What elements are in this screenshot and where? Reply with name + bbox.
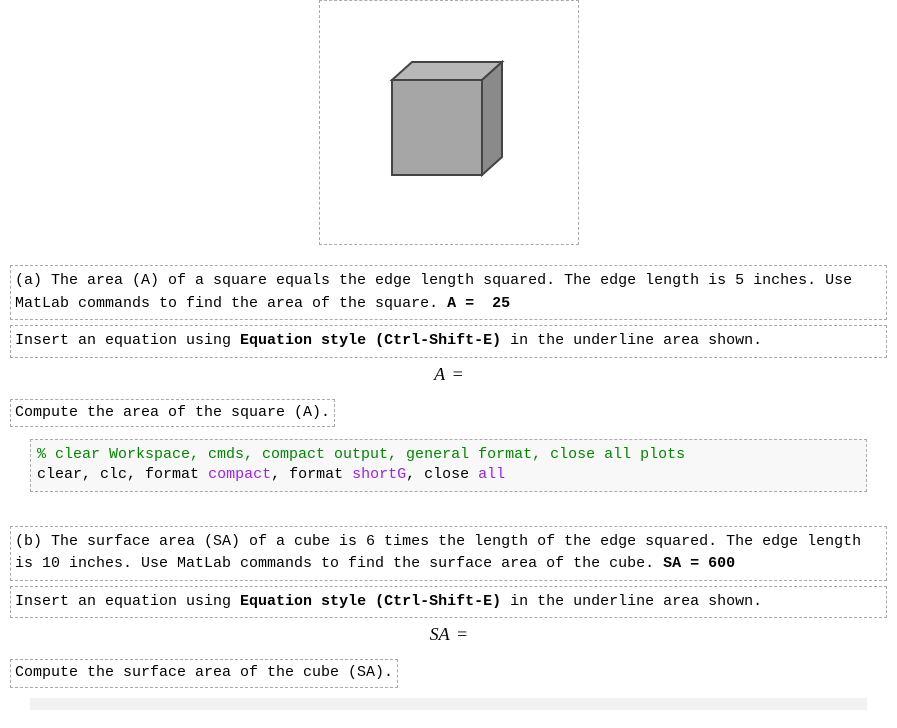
- code-text: ,: [271, 466, 289, 483]
- insert-eq-bold-b: Equation style (Ctrl-Shift-E): [240, 593, 501, 610]
- section-b-compute: Compute the surface area of the cube (SA…: [10, 659, 398, 688]
- equation-a-var: A: [434, 364, 445, 384]
- cube-illustration: [374, 50, 524, 195]
- code-block-b-empty[interactable]: [30, 698, 867, 710]
- equation-b: SA =: [0, 624, 897, 645]
- insert-eq-bold: Equation style (Ctrl-Shift-E): [240, 332, 501, 349]
- insert-eq-text-2b: in the underline area shown.: [501, 593, 762, 610]
- code-text: , close: [406, 466, 478, 483]
- section-a-insert-equation: Insert an equation using Equation style …: [10, 325, 887, 358]
- code-text: [343, 466, 352, 483]
- code-arg: all: [478, 466, 505, 483]
- code-arg: shortG: [352, 466, 406, 483]
- code-text: [199, 466, 208, 483]
- insert-eq-text-2: in the underline area shown.: [501, 332, 762, 349]
- equation-a-eq: =: [448, 364, 463, 384]
- cube-illustration-frame: [319, 0, 579, 245]
- section-a-answer-label: A =: [447, 295, 483, 312]
- section-b-answer-label: SA =: [663, 555, 708, 572]
- section-a-compute-text: Compute the area of the square (A).: [15, 404, 330, 421]
- code-arg: compact: [208, 466, 271, 483]
- insert-eq-text-1b: Insert an equation using: [15, 593, 240, 610]
- code-keyword: format: [289, 466, 343, 483]
- section-a-compute: Compute the area of the square (A).: [10, 399, 335, 428]
- section-a-question-text: (a) The area (A) of a square equals the …: [15, 272, 852, 312]
- code-block-a[interactable]: % clear Workspace, cmds, compact output,…: [30, 439, 867, 492]
- section-a-question: (a) The area (A) of a square equals the …: [10, 265, 887, 320]
- code-text: clear, clc,: [37, 466, 145, 483]
- equation-a: A =: [0, 364, 897, 385]
- equation-b-eq: =: [453, 624, 468, 644]
- section-b-question: (b) The surface area (SA) of a cube is 6…: [10, 526, 887, 581]
- code-comment: % clear Workspace, cmds, compact output,…: [37, 446, 685, 463]
- section-b-insert-equation: Insert an equation using Equation style …: [10, 586, 887, 619]
- section-b-compute-text: Compute the surface area of the cube (SA…: [15, 664, 393, 681]
- code-keyword: format: [145, 466, 199, 483]
- section-a-answer-value: 25: [492, 295, 510, 312]
- equation-b-var: SA: [430, 624, 450, 644]
- insert-eq-text-1: Insert an equation using: [15, 332, 240, 349]
- section-b-answer-value: 600: [708, 555, 735, 572]
